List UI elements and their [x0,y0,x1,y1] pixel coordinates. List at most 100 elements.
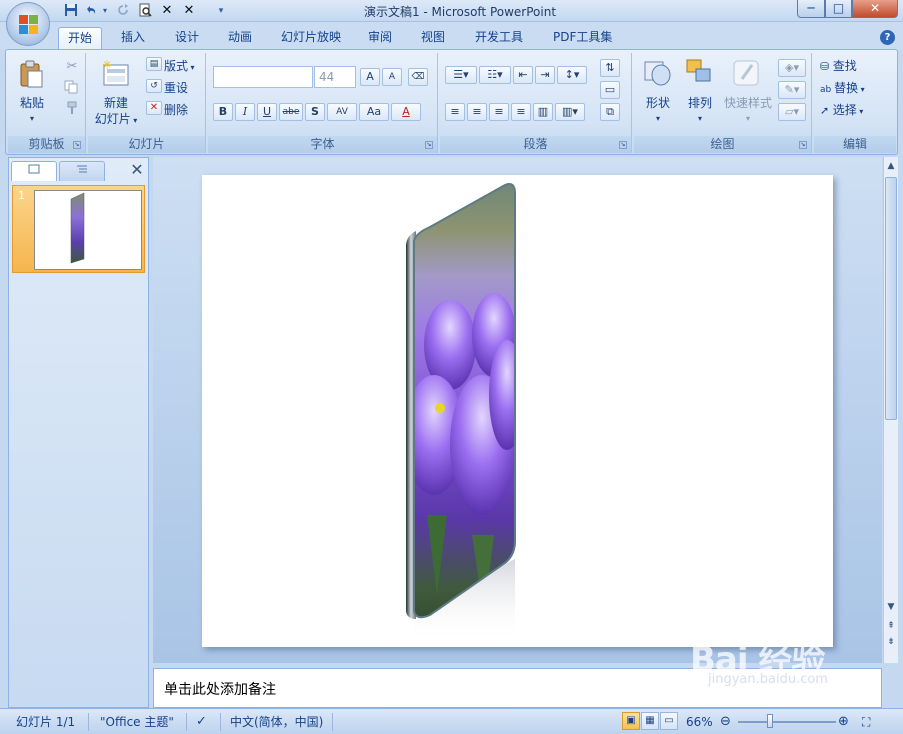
spell-check-icon[interactable]: ✓ [196,713,207,731]
tab-developer[interactable]: 开发工具 [466,27,532,49]
tab-outline[interactable] [59,161,105,181]
new-slide-label-1[interactable]: 新建 [88,95,144,111]
format-painter-icon[interactable] [64,101,80,117]
scroll-up-icon[interactable]: ▲ [884,159,898,173]
paragraph-launcher-icon[interactable]: ↘ [619,141,627,149]
arrange-icon[interactable] [684,57,716,89]
close-pane-icon[interactable]: ✕ [129,161,145,179]
quick-styles-icon[interactable] [730,57,762,89]
paste-icon[interactable] [16,59,48,89]
justify-icon[interactable]: ≡ [511,103,531,121]
decrease-indent-icon[interactable]: ⇤ [513,66,533,84]
align-text-icon[interactable]: ▭ [600,81,622,99]
redo-icon[interactable] [114,3,132,19]
maximize-button[interactable]: □ [825,0,852,18]
clipboard-launcher-icon[interactable]: ↘ [73,141,81,149]
zoom-level[interactable]: 66% [686,713,713,731]
align-right-icon[interactable]: ≡ [489,103,509,121]
bold-button[interactable]: B [213,103,233,121]
zoom-slider-thumb[interactable] [767,714,774,728]
vertical-scrollbar[interactable]: ▲ ▼ ⇞ ⇟ [883,157,898,663]
paste-button[interactable]: 粘贴 [10,95,54,111]
zoom-slider-track[interactable] [738,721,836,723]
close-button[interactable]: ✕ [852,0,898,18]
shape-effects-icon[interactable]: ▱▾ [778,103,808,121]
arrange-dropdown-icon[interactable]: ▾ [680,111,720,127]
slide-thumbnail-selected[interactable]: 1 [12,185,145,273]
office-button[interactable] [6,2,50,46]
shapes-icon[interactable] [642,57,674,89]
char-spacing-button[interactable]: AV [327,103,357,121]
paste-dropdown-icon[interactable]: ▾ [10,111,54,127]
shrink-font-button[interactable]: A [382,68,402,86]
next-slide-icon[interactable]: ⇟ [884,635,898,649]
font-size-combo[interactable]: 44 [314,66,356,88]
layout-button[interactable]: ▤ 版式 ▾ [146,57,195,75]
notes-placeholder[interactable]: 单击此处添加备注 [164,679,276,699]
bullets-icon[interactable]: ☰▾ [445,66,477,84]
delete-slide-button[interactable]: ✕ 删除 [146,101,188,119]
slideshow-view-icon[interactable]: ▭ [660,712,678,730]
undo-icon[interactable] [82,3,100,19]
shape-outline-icon[interactable]: ✎▾ [778,81,808,99]
clear-format-button[interactable]: ⌫ [408,68,430,86]
increase-indent-icon[interactable]: ⇥ [535,66,555,84]
print-preview-icon[interactable] [136,3,154,19]
arrange-button[interactable]: 排列 [680,95,720,111]
text-direction-icon[interactable]: ⇅ [600,59,622,77]
shadow-button[interactable]: S [305,103,325,121]
undo-dropdown-icon[interactable]: ▾ [100,3,110,19]
scrollbar-thumb[interactable] [885,177,897,420]
align-center-icon[interactable]: ≡ [467,103,487,121]
zoom-out-icon[interactable]: ⊖ [720,713,731,731]
customize-qat-icon[interactable]: ▾ [212,3,230,19]
copy-icon[interactable] [64,80,80,96]
tab-insert[interactable]: 插入 [112,27,154,49]
reset-button[interactable]: ↺ 重设 [146,79,188,97]
tab-design[interactable]: 设计 [166,27,208,49]
numbering-icon[interactable]: ☷▾ [479,66,511,84]
quick-styles-dropdown-icon[interactable]: ▾ [720,111,776,127]
font-launcher-icon[interactable]: ↘ [425,141,433,149]
strikethrough-button[interactable]: abe [279,103,303,121]
replace-button[interactable]: ab 替换 ▾ [820,79,865,97]
x-icon[interactable]: ✕ [158,3,176,19]
slide-thumbnail[interactable] [34,190,142,270]
minimize-button[interactable]: ─ [797,0,825,18]
find-button[interactable]: ⛁ 查找 [820,57,857,75]
shape-fill-icon[interactable]: ◈▾ [778,59,808,77]
tab-review[interactable]: 审阅 [359,27,401,49]
cut-icon[interactable]: ✂ [64,59,80,75]
shapes-dropdown-icon[interactable]: ▾ [638,111,678,127]
smartart-icon[interactable]: ⧉ [600,103,622,121]
normal-view-icon[interactable]: ▣ [622,712,640,730]
align-left-icon[interactable]: ≡ [445,103,465,121]
slide-sorter-view-icon[interactable]: ▦ [641,712,659,730]
slide-canvas[interactable] [202,175,833,647]
previous-slide-icon[interactable]: ⇞ [884,619,898,633]
columns-icon[interactable]: ▥▾ [555,103,585,121]
line-spacing-icon[interactable]: ↕▾ [557,66,587,84]
grow-font-button[interactable]: A [360,68,380,86]
new-slide-button[interactable]: 幻灯片 ▾ [88,111,144,129]
tab-slideshow[interactable]: 幻灯片放映 [272,27,350,49]
x-icon[interactable]: ✕ [180,3,198,19]
flower-picture[interactable] [202,175,833,647]
scroll-down-icon[interactable]: ▼ [884,600,898,614]
new-slide-icon[interactable]: ✳ [100,58,132,89]
font-name-combo[interactable] [213,66,313,88]
italic-button[interactable]: I [235,103,255,121]
distributed-icon[interactable]: ▥ [533,103,553,121]
font-color-button[interactable]: A [391,103,421,121]
tab-view[interactable]: 视图 [412,27,454,49]
change-case-button[interactable]: Aa [359,103,389,121]
save-icon[interactable] [62,3,80,19]
tab-slides-thumbnails[interactable] [11,161,57,181]
zoom-in-icon[interactable]: ⊕ [838,713,849,731]
language-status[interactable]: 中文(简体，中国) [230,713,323,731]
help-icon[interactable]: ? [880,30,895,45]
shapes-button[interactable]: 形状 [638,95,678,111]
tab-animations[interactable]: 动画 [219,27,261,49]
drawing-launcher-icon[interactable]: ↘ [799,141,807,149]
quick-styles-button[interactable]: 快速样式 [720,95,776,111]
